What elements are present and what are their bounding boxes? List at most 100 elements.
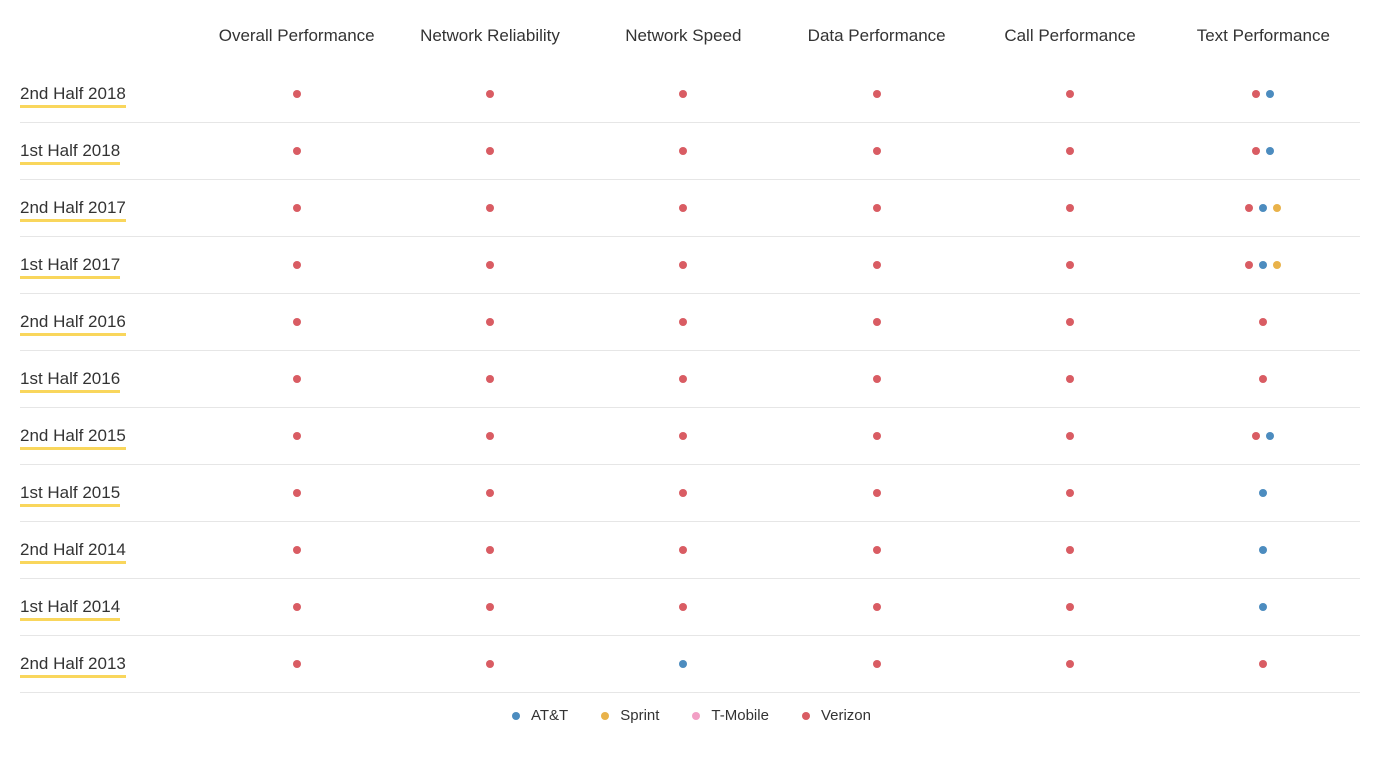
winner-cell [780,123,973,179]
verizon-dot [1259,660,1267,668]
period-label-text: 2nd Half 2015 [20,426,126,446]
winner-cell [973,636,1166,692]
winner-cell [393,465,586,521]
period-label[interactable]: 2nd Half 2018 [20,66,200,122]
winner-cell [780,351,973,407]
winner-cell [587,66,780,122]
verizon-dot [679,318,687,326]
verizon-dot [486,546,494,554]
winner-cell [200,408,393,464]
period-label[interactable]: 2nd Half 2015 [20,408,200,464]
legend-label: Verizon [821,707,871,724]
period-label-text: 2nd Half 2013 [20,654,126,674]
period-label[interactable]: 2nd Half 2017 [20,180,200,236]
att-dot [1259,489,1267,497]
column-header: Network Speed [587,20,780,66]
winner-cell [587,351,780,407]
verizon-dot [1259,318,1267,326]
winner-cell [1167,294,1360,350]
att-dot [1266,432,1274,440]
verizon-dot [873,318,881,326]
winner-cell [1167,579,1360,635]
verizon-dot [1066,432,1074,440]
winner-cell [393,180,586,236]
verizon-dot [679,204,687,212]
verizon-dot [1066,261,1074,269]
verizon-dot [486,432,494,440]
winner-cell [200,237,393,293]
verizon-dot [1066,546,1074,554]
winner-cell [200,351,393,407]
period-label-text: 1st Half 2015 [20,483,120,503]
att-dot [1259,261,1267,269]
period-label-text: 2nd Half 2017 [20,198,126,218]
verizon-dot [486,489,494,497]
period-label-text: 2nd Half 2014 [20,540,126,560]
period-label[interactable]: 1st Half 2017 [20,237,200,293]
verizon-dot [873,546,881,554]
winner-cell [393,408,586,464]
verizon-dot [486,90,494,98]
verizon-dot [1066,603,1074,611]
winner-cell [200,522,393,578]
winner-cell [1167,66,1360,122]
winner-cell [1167,465,1360,521]
verizon-dot [679,546,687,554]
winner-cell [393,522,586,578]
verizon-dot [679,147,687,155]
verizon-dot [679,489,687,497]
winner-cell [973,66,1166,122]
winner-cell [780,408,973,464]
verizon-legend-dot [802,712,810,720]
verizon-dot [1245,204,1253,212]
verizon-dot [293,90,301,98]
winner-cell [587,465,780,521]
winner-cell [587,636,780,692]
winner-cell [587,123,780,179]
winner-cell [1167,408,1360,464]
winner-cell [200,579,393,635]
period-label[interactable]: 1st Half 2015 [20,465,200,521]
verizon-dot [486,660,494,668]
verizon-dot [293,318,301,326]
winner-cell [587,579,780,635]
verizon-dot [293,261,301,269]
period-label[interactable]: 1st Half 2016 [20,351,200,407]
legend-label: Sprint [620,707,659,724]
period-label-text: 1st Half 2014 [20,597,120,617]
verizon-dot [486,147,494,155]
winner-cell [393,351,586,407]
winner-cell [973,351,1166,407]
winner-cell [780,66,973,122]
verizon-dot [486,603,494,611]
winner-cell [393,636,586,692]
verizon-dot [873,261,881,269]
verizon-dot [1066,489,1074,497]
verizon-dot [1259,375,1267,383]
att-dot [1259,603,1267,611]
att-dot [1266,147,1274,155]
winner-cell [780,522,973,578]
verizon-dot [293,375,301,383]
winner-cell [200,294,393,350]
verizon-dot [486,204,494,212]
verizon-dot [873,204,881,212]
period-label[interactable]: 1st Half 2014 [20,579,200,635]
verizon-dot [679,603,687,611]
winner-cell [780,180,973,236]
period-label[interactable]: 2nd Half 2014 [20,522,200,578]
column-header: Text Performance [1167,20,1360,66]
verizon-dot [293,546,301,554]
period-label[interactable]: 2nd Half 2013 [20,636,200,692]
period-label[interactable]: 1st Half 2018 [20,123,200,179]
winner-cell [393,66,586,122]
verizon-dot [873,432,881,440]
sprint-dot [1273,261,1281,269]
winner-cell [780,465,973,521]
verizon-dot [1252,147,1260,155]
period-label-text: 1st Half 2017 [20,255,120,275]
sprint-dot [1273,204,1281,212]
period-label[interactable]: 2nd Half 2016 [20,294,200,350]
verizon-dot [873,489,881,497]
verizon-dot [1066,318,1074,326]
